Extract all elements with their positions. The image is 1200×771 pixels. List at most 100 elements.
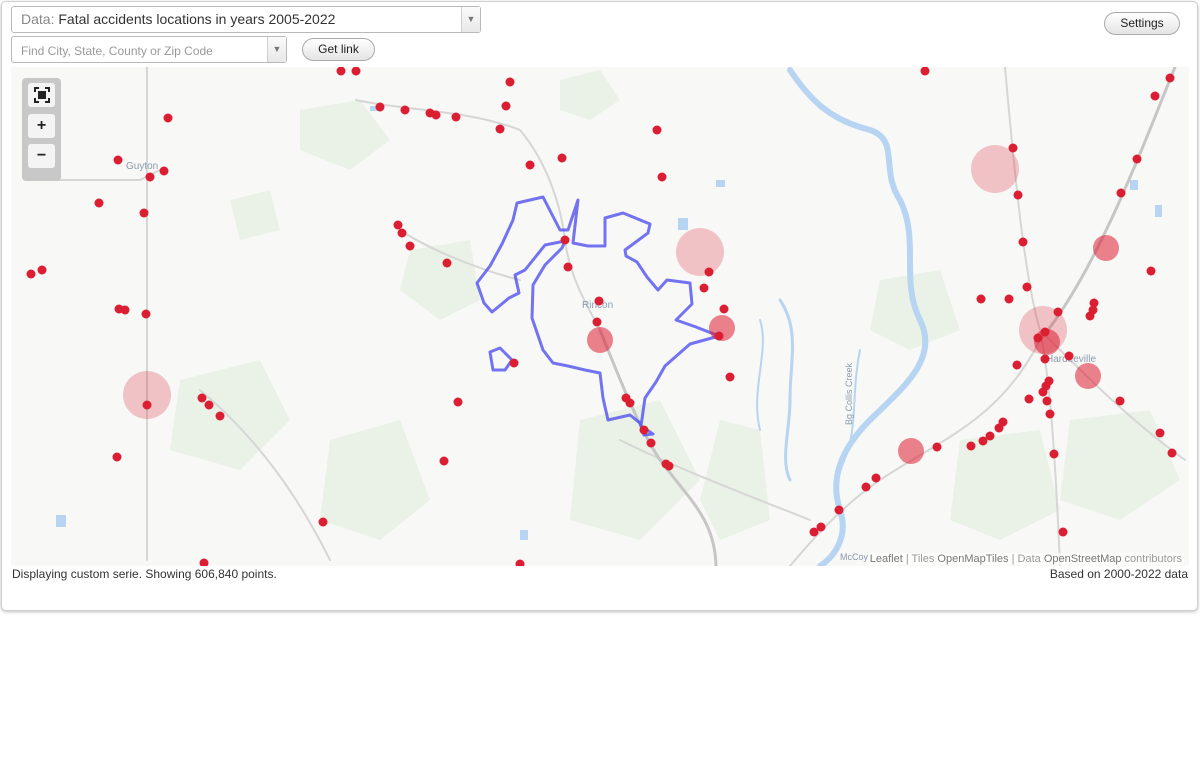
map-view[interactable]: Guyton Rincon Hardeeville Bg Collis Cree… — [11, 67, 1189, 566]
location-search[interactable]: ▼ — [11, 36, 287, 64]
accident-marker[interactable] — [978, 436, 988, 446]
accident-marker[interactable] — [120, 305, 130, 315]
accident-marker[interactable] — [1033, 333, 1043, 343]
accident-marker[interactable] — [976, 294, 986, 304]
accident-marker[interactable] — [431, 110, 441, 120]
accident-marker[interactable] — [861, 482, 871, 492]
accident-marker[interactable] — [375, 102, 385, 112]
leaflet-link[interactable]: Leaflet — [870, 553, 903, 565]
accident-marker[interactable] — [139, 208, 149, 218]
accident-marker[interactable] — [966, 441, 976, 451]
accident-marker[interactable] — [714, 331, 724, 341]
accident-marker[interactable] — [113, 155, 123, 165]
accident-marker[interactable] — [94, 198, 104, 208]
accident-marker[interactable] — [145, 172, 155, 182]
accident-marker[interactable] — [657, 172, 667, 182]
accident-marker[interactable] — [871, 473, 881, 483]
accident-marker[interactable] — [1085, 311, 1095, 321]
accident-marker[interactable] — [197, 393, 207, 403]
accident-marker[interactable] — [318, 517, 328, 527]
accident-marker[interactable] — [451, 112, 461, 122]
accident-marker[interactable] — [1146, 266, 1156, 276]
accident-marker[interactable] — [1155, 428, 1165, 438]
accident-marker[interactable] — [1013, 190, 1023, 200]
accident-marker[interactable] — [1024, 394, 1034, 404]
accident-marker[interactable] — [1116, 188, 1126, 198]
accident-marker[interactable] — [37, 265, 47, 275]
accident-marker[interactable] — [1167, 448, 1177, 458]
accident-marker[interactable] — [204, 400, 214, 410]
accident-marker[interactable] — [26, 269, 36, 279]
accident-marker[interactable] — [994, 423, 1004, 433]
settings-button[interactable]: Settings — [1104, 12, 1180, 35]
accident-marker[interactable] — [1022, 282, 1032, 292]
accident-marker[interactable] — [725, 372, 735, 382]
accident-marker[interactable] — [639, 425, 649, 435]
accident-marker[interactable] — [501, 101, 511, 111]
accident-marker[interactable] — [453, 397, 463, 407]
accident-marker[interactable] — [400, 105, 410, 115]
tiles-link[interactable]: OpenMapTiles — [937, 553, 1008, 565]
accident-marker[interactable] — [393, 220, 403, 230]
accident-marker[interactable] — [163, 113, 173, 123]
search-dropdown-icon[interactable]: ▼ — [267, 37, 286, 62]
accident-marker[interactable] — [1049, 449, 1059, 459]
accident-marker[interactable] — [142, 400, 152, 410]
accident-marker[interactable] — [1018, 237, 1028, 247]
accident-marker[interactable] — [1040, 354, 1050, 364]
accident-marker[interactable] — [560, 235, 570, 245]
search-input[interactable] — [12, 37, 273, 64]
zoom-in-button[interactable]: + — [28, 114, 55, 138]
accident-marker[interactable] — [563, 262, 573, 272]
accident-marker[interactable] — [141, 309, 151, 319]
accident-marker[interactable] — [594, 296, 604, 306]
accident-marker[interactable] — [1058, 527, 1068, 537]
accident-marker[interactable] — [525, 160, 535, 170]
accident-marker[interactable] — [1150, 91, 1160, 101]
accident-marker[interactable] — [1165, 73, 1175, 83]
accident-marker[interactable] — [397, 228, 407, 238]
accident-marker[interactable] — [1004, 294, 1014, 304]
fullscreen-icon[interactable] — [28, 83, 55, 107]
accident-marker[interactable] — [664, 461, 674, 471]
accident-marker[interactable] — [1012, 360, 1022, 370]
accident-marker[interactable] — [652, 125, 662, 135]
osm-link[interactable]: OpenStreetMap — [1044, 553, 1122, 565]
accident-marker[interactable] — [509, 358, 519, 368]
accident-marker[interactable] — [1008, 143, 1018, 153]
get-link-button[interactable]: Get link — [302, 38, 375, 61]
accident-marker[interactable] — [505, 77, 515, 87]
accident-marker[interactable] — [557, 153, 567, 163]
accident-marker[interactable] — [809, 527, 819, 537]
accident-marker[interactable] — [699, 283, 709, 293]
accident-marker[interactable] — [159, 166, 169, 176]
accident-marker[interactable] — [1042, 396, 1052, 406]
accident-marker[interactable] — [592, 317, 602, 327]
accident-marker[interactable] — [1038, 387, 1048, 397]
accident-marker[interactable] — [495, 124, 505, 134]
accident-marker[interactable] — [1053, 307, 1063, 317]
accident-marker[interactable] — [442, 258, 452, 268]
accident-marker[interactable] — [646, 438, 656, 448]
accident-marker[interactable] — [215, 411, 225, 421]
accident-marker[interactable] — [1040, 327, 1050, 337]
accident-marker[interactable] — [1132, 154, 1142, 164]
accident-marker[interactable] — [112, 452, 122, 462]
accident-marker[interactable] — [439, 456, 449, 466]
zoom-out-button[interactable]: − — [28, 144, 55, 168]
accident-marker[interactable] — [625, 398, 635, 408]
map-canvas[interactable]: Guyton Rincon Hardeeville Bg Collis Cree… — [11, 67, 1189, 566]
accident-marker[interactable] — [834, 505, 844, 515]
data-series-select[interactable]: Data: Fatal accidents locations in years… — [11, 6, 481, 33]
accident-marker[interactable] — [1064, 351, 1074, 361]
accident-marker[interactable] — [719, 304, 729, 314]
accident-marker[interactable] — [405, 241, 415, 251]
accident-marker[interactable] — [1045, 409, 1055, 419]
chevron-down-icon[interactable]: ▼ — [461, 7, 480, 32]
accident-marker[interactable] — [932, 442, 942, 452]
accident-marker[interactable] — [704, 267, 714, 277]
zoom-control: + − — [22, 78, 61, 181]
accident-marker[interactable] — [1115, 396, 1125, 406]
map-attribution: Leaflet | Tiles OpenMapTiles | Data Open… — [867, 553, 1184, 565]
cluster-marker — [676, 228, 724, 276]
